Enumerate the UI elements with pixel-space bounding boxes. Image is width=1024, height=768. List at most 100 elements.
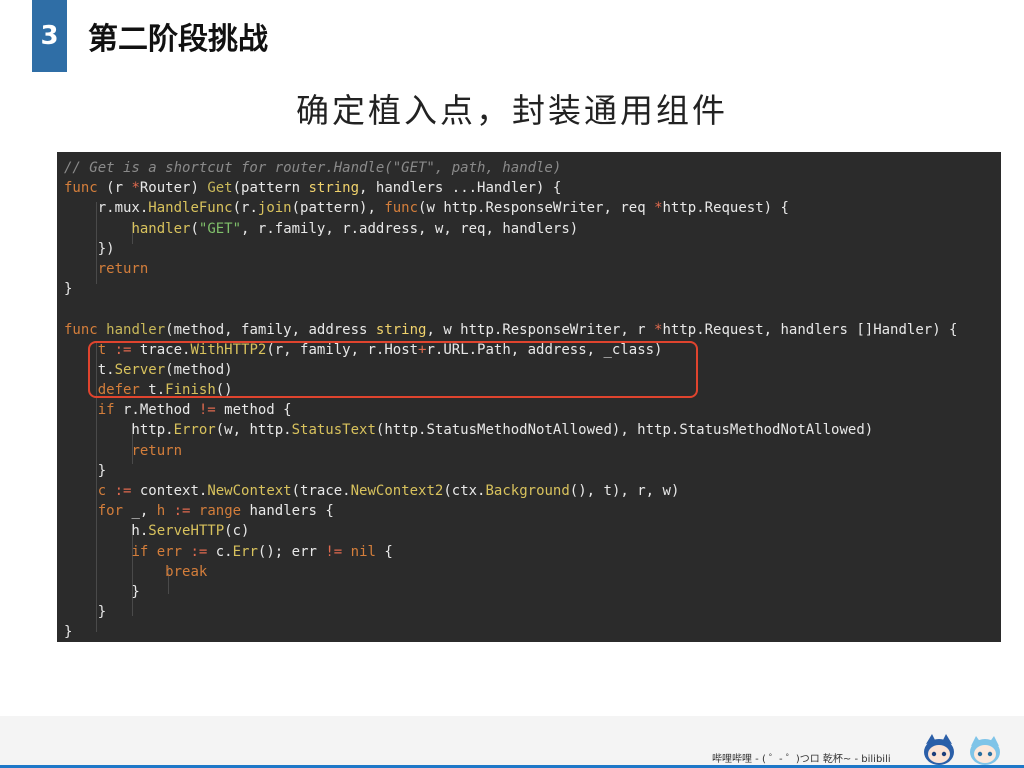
code-token: StatusText xyxy=(291,422,376,439)
code-line: break xyxy=(64,562,958,582)
code-token: ServeHTTP xyxy=(148,523,225,540)
code-token: ( xyxy=(190,220,199,237)
code-token: (); err xyxy=(257,543,326,560)
code-token: h xyxy=(156,503,166,520)
code-line: r.mux.HandleFunc(r.join(pattern), func(w… xyxy=(64,198,958,218)
code-line: // Get is a shortcut for router.Handle("… xyxy=(64,158,958,178)
code-token: func xyxy=(64,180,98,197)
code-token: (c) xyxy=(224,523,250,540)
code-line: } xyxy=(64,461,958,481)
code-token: (trace. xyxy=(291,483,351,499)
code-token: , handlers ...Handler) { xyxy=(359,180,562,197)
code-token: , r.family, r.address, w, req, handlers) xyxy=(241,220,579,237)
code-token: if xyxy=(131,543,149,560)
code-line: func handler(method, family, address str… xyxy=(64,320,958,340)
code-token: c. xyxy=(207,543,233,560)
code-line: c := context.NewContext(trace.NewContext… xyxy=(64,481,958,501)
code-line: handler("GET", r.family, r.address, w, r… xyxy=(64,219,958,239)
code-token: err xyxy=(156,543,183,560)
code-token: } xyxy=(64,624,73,641)
code-token: } xyxy=(64,281,73,298)
code-token: (r. xyxy=(232,200,258,217)
mascot-22-icon xyxy=(924,734,954,765)
code-token: context. xyxy=(131,483,208,499)
code-line: return xyxy=(64,259,958,279)
code-token: nil xyxy=(350,543,376,560)
code-token: != xyxy=(198,402,216,419)
code-block: // Get is a shortcut for router.Handle("… xyxy=(64,158,958,642)
section-title: 第二阶段挑战 xyxy=(88,22,268,57)
code-line: } xyxy=(64,582,958,602)
code-token: func xyxy=(64,321,98,338)
code-line: } xyxy=(64,602,958,622)
code-token: := xyxy=(190,543,208,560)
code-token: Background xyxy=(485,483,570,499)
code-token: Get xyxy=(207,180,233,197)
code-line: http.Error(w, http.StatusText(http.Statu… xyxy=(64,420,958,440)
code-token: * xyxy=(654,200,663,217)
code-token: (pattern xyxy=(232,180,309,197)
code-token: } xyxy=(64,462,107,479)
code-token: handler xyxy=(106,321,166,338)
section-number-badge: 3 xyxy=(32,0,67,72)
code-token: := xyxy=(173,503,191,520)
code-token: handlers { xyxy=(241,503,334,520)
code-token: (method, family, address xyxy=(165,321,376,338)
code-token: Error xyxy=(173,422,216,439)
section-number: 3 xyxy=(40,21,59,51)
code-token: c xyxy=(97,483,107,499)
slide-subtitle: 确定植入点，封装通用组件 xyxy=(296,91,728,130)
code-token: http.Request, handlers []Handler) { xyxy=(662,321,958,338)
code-token: } xyxy=(64,583,140,600)
code-token: != xyxy=(325,543,343,560)
code-line: func (r *Router) Get(pattern string, han… xyxy=(64,178,958,198)
code-token: r.Method xyxy=(114,402,199,419)
code-line: }) xyxy=(64,239,958,259)
code-token: method { xyxy=(215,402,292,419)
code-token: func xyxy=(384,200,419,217)
code-token: * xyxy=(131,180,140,197)
code-token: (w, http. xyxy=(215,422,292,439)
code-line: if err := c.Err(); err != nil { xyxy=(64,542,958,562)
code-token: (w http.ResponseWriter, req xyxy=(418,200,655,217)
code-token: string xyxy=(375,321,427,338)
code-line: } xyxy=(64,279,958,299)
code-token: for xyxy=(97,503,124,520)
code-token: } xyxy=(64,604,107,621)
code-token: break xyxy=(165,563,208,580)
highlight-box xyxy=(88,341,698,398)
code-token: (pattern), xyxy=(291,200,385,217)
code-token: handler xyxy=(131,220,191,237)
code-line: for _, h := range handlers { xyxy=(64,501,958,521)
footer-credit: 哔哩哔哩 - ( ゜- ゜)つロ 乾杯~ - bilibili xyxy=(712,754,891,765)
code-line: return xyxy=(64,441,958,461)
code-token: range xyxy=(198,503,242,520)
code-token: Router) xyxy=(139,180,208,197)
code-token: r.mux. xyxy=(64,200,149,217)
code-token: _, xyxy=(123,503,157,520)
code-line: if r.Method != method { xyxy=(64,400,958,420)
code-token: (), t), r, w) xyxy=(569,483,680,499)
code-line: h.ServeHTTP(c) xyxy=(64,521,958,541)
code-token: return xyxy=(97,260,149,277)
code-token: (r xyxy=(97,180,132,197)
code-token: { xyxy=(375,543,393,560)
code-token: , w http.ResponseWriter, r xyxy=(426,321,655,338)
code-token: (http.StatusMethodNotAllowed), http.Stat… xyxy=(375,422,874,439)
code-token: // Get is a shortcut for router.Handle("… xyxy=(64,160,562,176)
code-token: join xyxy=(257,200,292,217)
